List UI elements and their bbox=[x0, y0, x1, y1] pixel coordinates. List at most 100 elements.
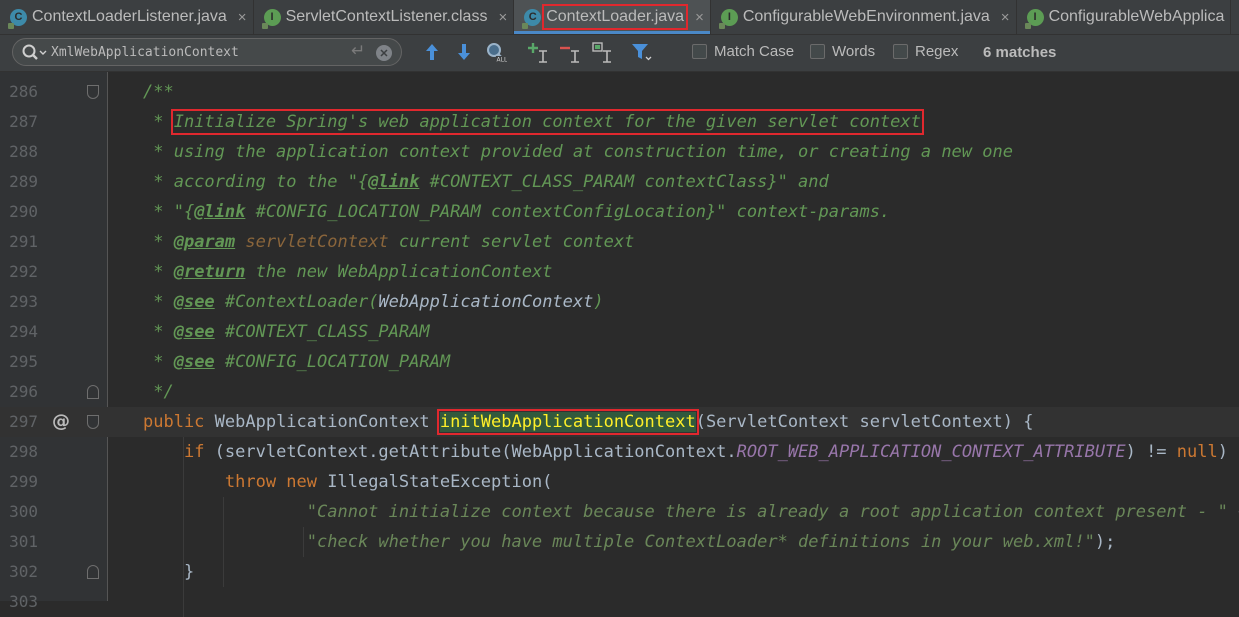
code-text: throw new IllegalStateException( bbox=[143, 467, 553, 497]
code-token: (ServletContext servletContext) { bbox=[695, 412, 1034, 432]
code-line[interactable]: 301 "check whether you have multiple Con… bbox=[0, 527, 1239, 557]
search-icon[interactable] bbox=[21, 43, 47, 68]
close-tab-icon[interactable]: × bbox=[1001, 9, 1010, 26]
regex-label: Regex bbox=[915, 43, 959, 60]
editor-tab[interactable]: I ConfigurableWebEnvironment.java × bbox=[711, 0, 1017, 34]
line-number: 294 bbox=[9, 322, 38, 341]
fold-end-marker-icon[interactable] bbox=[87, 565, 99, 579]
code-text: "Cannot initialize context because there… bbox=[143, 497, 1239, 527]
line-number: 297 bbox=[9, 412, 38, 431]
code-line[interactable]: 294 * @see #CONTEXT_CLASS_PARAM bbox=[0, 317, 1239, 347]
fold-end-marker-icon[interactable] bbox=[87, 385, 99, 399]
add-selection-icon bbox=[528, 43, 547, 63]
code-token: * according to the "{ bbox=[143, 172, 369, 192]
editor-tab[interactable]: I ConfigurableWebApplica bbox=[1017, 0, 1232, 34]
code-token: */ bbox=[143, 382, 174, 402]
clear-search-icon[interactable]: ✕ bbox=[376, 45, 392, 61]
code-line[interactable]: 296 */ bbox=[0, 377, 1239, 407]
line-number: 295 bbox=[9, 352, 38, 371]
code-line[interactable]: 288 * using the application context prov… bbox=[0, 137, 1239, 167]
override-marker-icon[interactable]: @ bbox=[52, 407, 70, 437]
code-token: #CONFIG_LOCATION_PARAM bbox=[214, 352, 451, 372]
code-token: * bbox=[143, 232, 174, 252]
search-field[interactable]: XmlWebApplicationContext ↵ ✕ bbox=[12, 38, 402, 66]
find-all-button[interactable]: ALL bbox=[483, 39, 509, 65]
code-editor[interactable]: 286 /** 287 * Initialize Spring's web appl… bbox=[0, 72, 1239, 617]
line-number: 293 bbox=[9, 292, 38, 311]
next-occurrence-button[interactable] bbox=[451, 39, 477, 65]
code-token: @return bbox=[173, 262, 246, 282]
code-token: #CONTEXT_CLASS_PARAM bbox=[214, 322, 430, 342]
line-number: 301 bbox=[9, 532, 38, 551]
code-token: * bbox=[143, 112, 174, 132]
fold-marker-icon[interactable] bbox=[87, 85, 99, 99]
code-token: + bbox=[1228, 502, 1239, 522]
code-token: "check whether you have multiple Context… bbox=[306, 532, 1095, 552]
editor-tab[interactable]: C ContextLoaderListener.java × bbox=[0, 0, 254, 34]
code-line[interactable]: 298 if (servletContext.getAttribute(WebA… bbox=[0, 437, 1239, 467]
highlighted-doc-text: Initialize Spring's web application cont… bbox=[170, 109, 924, 135]
code-token: #CONFIG_LOCATION_PARAM contextConfigLoca… bbox=[245, 202, 891, 222]
code-token: current servlet context bbox=[388, 232, 635, 252]
code-line[interactable]: 291 * @param servletContext current serv… bbox=[0, 227, 1239, 257]
close-tab-icon[interactable]: × bbox=[238, 9, 247, 26]
code-line[interactable]: 299 throw new IllegalStateException( bbox=[0, 467, 1239, 497]
close-tab-icon[interactable]: × bbox=[498, 9, 507, 26]
words-option[interactable]: Words bbox=[810, 43, 875, 60]
enter-icon: ↵ bbox=[351, 41, 366, 60]
search-input[interactable]: XmlWebApplicationContext bbox=[51, 45, 239, 60]
add-occurrence-button[interactable] bbox=[525, 39, 551, 65]
code-line[interactable]: 289 * according to the "{@link #CONTEXT_… bbox=[0, 167, 1239, 197]
filter-button[interactable] bbox=[628, 39, 654, 65]
code-token: ) != bbox=[1125, 442, 1177, 462]
words-label: Words bbox=[832, 43, 876, 60]
code-text: /** bbox=[143, 77, 174, 107]
code-token: #CONTEXT_CLASS_PARAM contextClass}" and bbox=[419, 172, 829, 192]
code-text: * according to the "{@link #CONTEXT_CLAS… bbox=[143, 167, 829, 197]
line-number: 302 bbox=[9, 562, 38, 581]
code-line[interactable]: 297 @ public WebApplicationContext initWeb… bbox=[0, 407, 1239, 437]
line-number: 289 bbox=[9, 172, 38, 191]
editor-tab[interactable]: I ServletContextListener.class × bbox=[254, 0, 515, 34]
class-icon: C bbox=[522, 8, 542, 29]
code-line[interactable]: 293 * @see #ContextLoader(WebApplication… bbox=[0, 287, 1239, 317]
code-text: * using the application context provided… bbox=[143, 137, 1013, 167]
code-line[interactable]: 302 } bbox=[0, 557, 1239, 587]
line-number: 286 bbox=[9, 82, 38, 101]
code-text: if (servletContext.getAttribute(WebAppli… bbox=[143, 437, 1239, 467]
code-text: * @see #CONFIG_LOCATION_PARAM bbox=[143, 347, 450, 377]
code-line[interactable]: 292 * @return the new WebApplicationCont… bbox=[0, 257, 1239, 287]
arrow-up-icon bbox=[426, 44, 438, 60]
code-token: the new WebApplicationContext bbox=[245, 262, 553, 282]
code-text: * @param servletContext current servlet … bbox=[143, 227, 634, 257]
editor-tab-bar: C ContextLoaderListener.java × I ServletCont… bbox=[0, 0, 1239, 35]
regex-checkbox[interactable] bbox=[893, 44, 908, 59]
select-all-occurrences-button[interactable] bbox=[589, 39, 615, 65]
code-token: @link bbox=[368, 172, 420, 192]
match-case-checkbox[interactable] bbox=[692, 44, 707, 59]
code-token: /** bbox=[143, 82, 174, 102]
code-text: * @see #CONTEXT_CLASS_PARAM bbox=[143, 317, 430, 347]
code-line[interactable]: 300 "Cannot initialize context because t… bbox=[0, 497, 1239, 527]
code-line[interactable]: 287 * Initialize Spring's web applicatio… bbox=[0, 107, 1239, 137]
tab-label: ConfigurableWebApplica bbox=[1048, 8, 1225, 25]
close-tab-icon[interactable]: × bbox=[695, 9, 704, 26]
previous-occurrence-button[interactable] bbox=[419, 39, 445, 65]
code-line[interactable]: 303 bbox=[0, 587, 1239, 617]
code-token: * bbox=[143, 292, 174, 312]
code-line[interactable]: 295 * @see #CONFIG_LOCATION_PARAM bbox=[0, 347, 1239, 377]
fold-marker-icon[interactable] bbox=[87, 415, 99, 429]
code-token: * using the application context provided… bbox=[143, 142, 1013, 162]
editor-tab[interactable]: C ContextLoader.java × bbox=[514, 0, 711, 34]
code-token: #ContextLoader( bbox=[214, 292, 379, 312]
match-case-option[interactable]: Match Case bbox=[692, 43, 794, 60]
regex-option[interactable]: Regex bbox=[893, 43, 958, 60]
code-line[interactable]: 286 /** bbox=[0, 77, 1239, 107]
remove-occurrence-button[interactable] bbox=[557, 39, 583, 65]
code-line[interactable]: 290 * "{@link #CONFIG_LOCATION_PARAM con… bbox=[0, 197, 1239, 227]
words-checkbox[interactable] bbox=[810, 44, 825, 59]
code-token: throw new bbox=[224, 472, 318, 492]
code-token: IllegalStateException( bbox=[317, 472, 553, 492]
tab-label: ContextLoaderListener.java bbox=[32, 8, 227, 25]
